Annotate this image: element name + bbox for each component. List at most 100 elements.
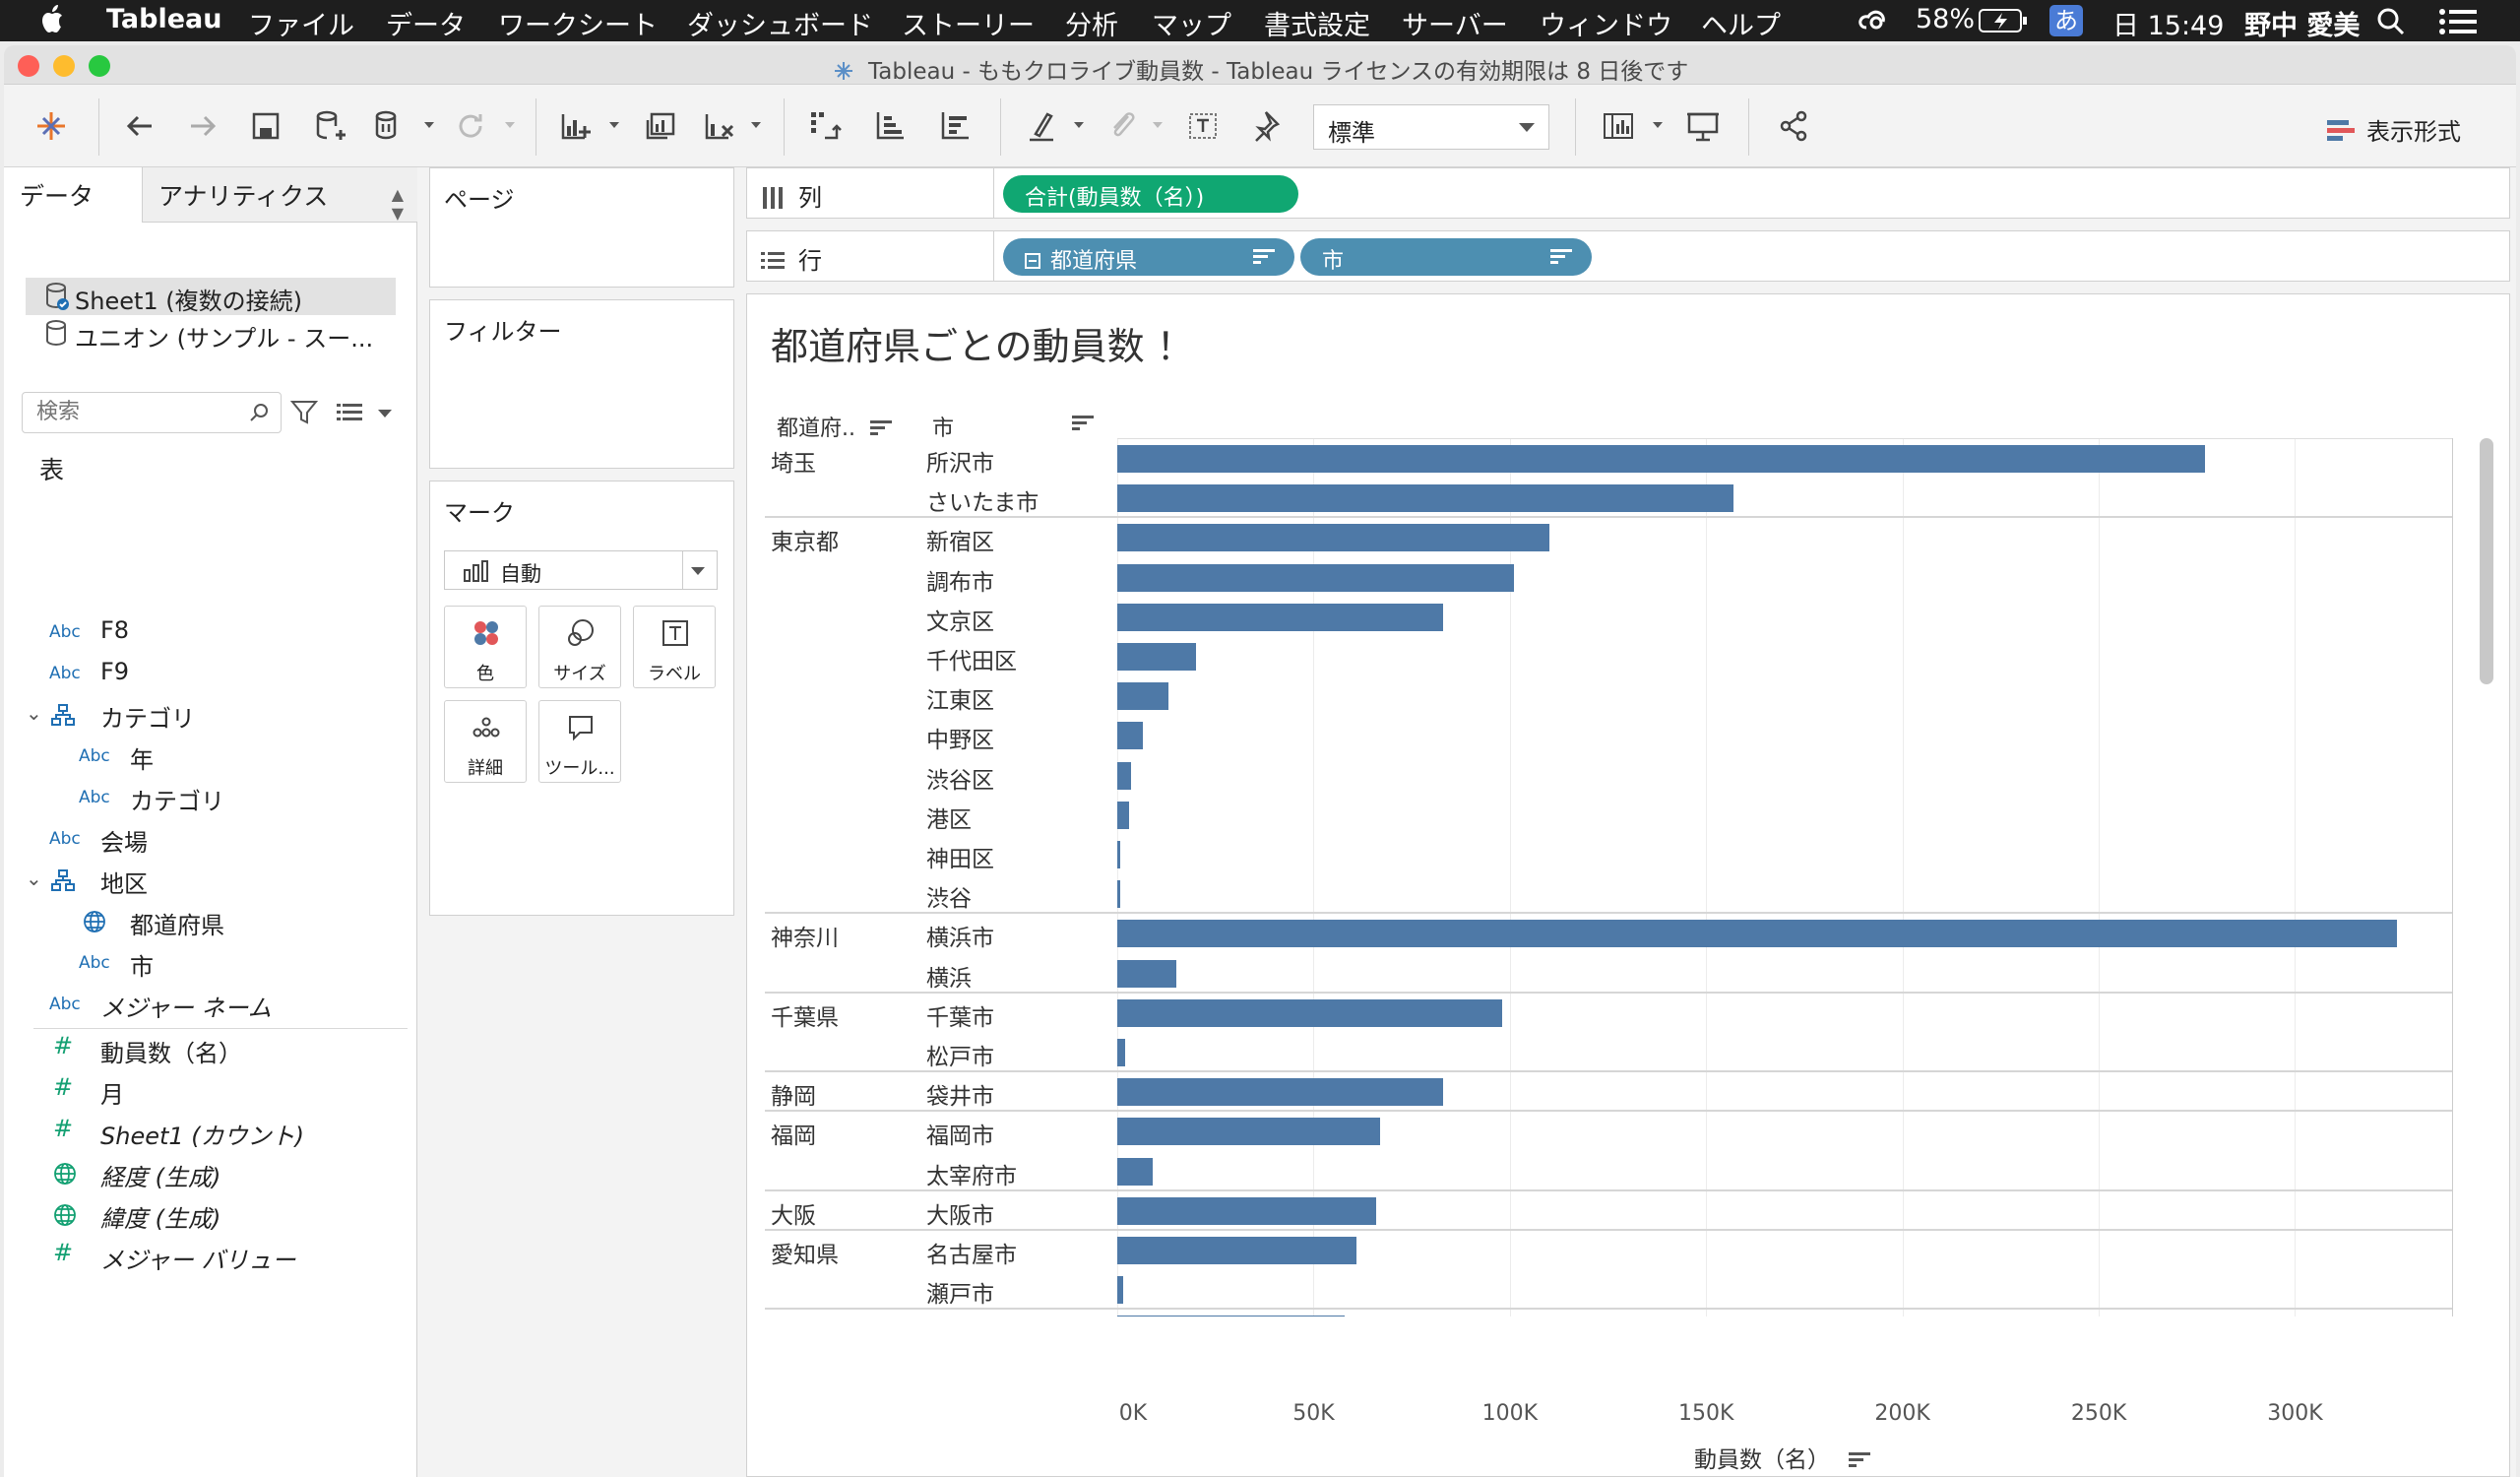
city-label[interactable]: 名古屋市 [926, 1236, 1017, 1269]
menu-help[interactable]: ヘルプ [1701, 4, 1781, 42]
city-label[interactable]: 松戸市 [926, 1038, 994, 1071]
clear-sheet-caret-icon[interactable] [750, 120, 762, 130]
menu-worksheet[interactable]: ワークシート [498, 4, 658, 42]
show-cards-icon[interactable] [1599, 106, 1638, 146]
bar-mark[interactable] [1117, 761, 1131, 790]
sort-icon[interactable] [1072, 415, 1094, 432]
table-row[interactable]: 横浜 [765, 953, 2472, 993]
duplicate-sheet-icon[interactable] [640, 106, 679, 146]
prefecture-label[interactable]: 大阪府 [771, 1315, 839, 1316]
table-row[interactable]: さいたま市 [765, 478, 2472, 517]
table-row[interactable]: 東京都 新宿区 [765, 516, 2472, 556]
pause-updates-caret-icon[interactable] [423, 120, 435, 130]
city-label[interactable]: 太宰府市 [926, 1157, 1017, 1190]
bar-mark[interactable] [1117, 880, 1121, 909]
color-mark-button[interactable]: 色 [444, 606, 527, 688]
prefecture-label[interactable]: 埼玉 [771, 444, 816, 478]
clear-sheet-icon[interactable] [699, 106, 738, 146]
show-mark-labels-icon[interactable] [1183, 106, 1223, 146]
show-me-button[interactable]: 表示形式 [2327, 112, 2461, 147]
refresh-caret-icon[interactable] [504, 120, 516, 130]
redo-icon[interactable] [183, 106, 222, 146]
table-row[interactable]: 福岡 福岡市 [765, 1110, 2472, 1150]
menu-window[interactable]: ウィンドウ [1540, 4, 1672, 42]
menu-server[interactable]: サーバー [1402, 4, 1508, 42]
bar-mark[interactable] [1117, 841, 1121, 868]
table-row[interactable]: 文京区 [765, 597, 2472, 636]
prefecture-label[interactable]: 千葉県 [771, 998, 839, 1032]
chevron-down-icon[interactable]: ⌄ [26, 701, 42, 725]
bar-mark[interactable] [1117, 1237, 1357, 1264]
collapse-hierarchy-icon[interactable] [1025, 253, 1040, 269]
city-label[interactable]: 大阪市 [926, 1315, 994, 1316]
sort-icon[interactable] [1253, 248, 1275, 266]
bar-mark[interactable] [1117, 1276, 1123, 1305]
table-row[interactable]: 千代田区 [765, 636, 2472, 675]
highlight-caret-icon[interactable] [1073, 120, 1085, 130]
city-label[interactable]: 千代田区 [926, 642, 1017, 675]
rows-shelf[interactable]: 行 都道府県 市 [746, 230, 2510, 282]
search-input[interactable] [23, 393, 229, 430]
menu-story[interactable]: ストーリー [902, 4, 1035, 42]
datasource-item[interactable]: ユニオン (サンプル - スー... [26, 315, 396, 353]
bar-mark[interactable] [1117, 1078, 1444, 1107]
size-mark-button[interactable]: サイズ [538, 606, 621, 688]
bar-mark[interactable] [1117, 722, 1143, 750]
bar-mark[interactable] [1117, 1157, 1153, 1186]
fix-axes-pin-icon[interactable] [1244, 106, 1284, 146]
city-label[interactable]: さいたま市 [926, 483, 1039, 517]
mark-type-select[interactable]: 自動 [444, 550, 718, 590]
prefecture-label[interactable]: 愛知県 [771, 1236, 839, 1269]
battery-icon[interactable] [1979, 9, 2028, 32]
bar-mark[interactable] [1117, 643, 1196, 671]
table-row[interactable]: 大阪 大阪市 [765, 1188, 2472, 1230]
refresh-icon[interactable] [451, 106, 490, 146]
pause-updates-icon[interactable] [370, 106, 410, 146]
menu-app-name[interactable]: Tableau [106, 4, 222, 34]
new-datasource-icon[interactable] [311, 106, 350, 146]
sort-icon[interactable] [1849, 1451, 1871, 1469]
menu-analysis[interactable]: 分析 [1065, 4, 1118, 42]
menu-dashboard[interactable]: ダッシュボード [687, 4, 873, 42]
swap-rows-columns-icon[interactable] [805, 106, 845, 146]
table-row[interactable]: 松戸市 [765, 1032, 2472, 1071]
tooltip-mark-button[interactable]: ツール... [538, 700, 621, 783]
city-label[interactable]: 文京区 [926, 603, 994, 636]
table-row[interactable]: 港区 [765, 795, 2472, 834]
bar-mark[interactable] [1117, 1039, 1125, 1066]
filter-icon[interactable] [289, 398, 319, 427]
city-label[interactable]: 神田区 [926, 840, 994, 873]
group-members-icon[interactable] [1102, 106, 1142, 146]
filters-shelf[interactable]: フィルター [429, 299, 734, 469]
input-method-badge[interactable]: あ [2049, 5, 2083, 36]
table-row[interactable]: 静岡 袋井市 [765, 1070, 2472, 1111]
bar-mark[interactable] [1117, 1118, 1381, 1146]
datasource-item[interactable]: Sheet1 (複数の接続) [26, 278, 396, 315]
menu-map[interactable]: マップ [1152, 4, 1231, 42]
control-center-icon[interactable] [2439, 9, 2477, 34]
bar-mark[interactable] [1117, 959, 1176, 988]
bar-mark[interactable] [1117, 920, 2398, 948]
bar-mark[interactable] [1117, 445, 2205, 473]
bar-mark[interactable] [1117, 682, 1168, 711]
sort-icon[interactable] [1550, 248, 1572, 266]
table-row[interactable]: 愛知県 名古屋市 [765, 1229, 2472, 1269]
share-icon[interactable] [1774, 106, 1813, 146]
new-worksheet-caret-icon[interactable] [608, 120, 620, 130]
save-icon[interactable] [246, 106, 285, 146]
table-row[interactable]: 大阪府 大阪市 [765, 1308, 2472, 1316]
fit-select[interactable]: 標準 [1313, 104, 1549, 150]
table-row[interactable]: 埼玉 所沢市 [765, 438, 2472, 478]
presentation-mode-icon[interactable] [1683, 106, 1723, 146]
columns-shelf[interactable]: 列 合計(動員数（名）) [746, 167, 2510, 219]
city-label[interactable]: 渋谷区 [926, 761, 994, 795]
bar-mark[interactable] [1117, 1196, 1377, 1225]
menubar-clock[interactable]: 日 15:49 [2112, 4, 2224, 42]
city-label[interactable]: 千葉市 [926, 998, 994, 1032]
view-options-caret-icon[interactable] [378, 410, 392, 417]
prefecture-label[interactable]: 神奈川 [771, 919, 839, 952]
sort-icon[interactable] [870, 419, 892, 437]
table-row[interactable]: 神奈川 横浜市 [765, 912, 2472, 952]
detail-mark-button[interactable]: 詳細 [444, 700, 527, 783]
bar-mark[interactable] [1117, 998, 1502, 1027]
